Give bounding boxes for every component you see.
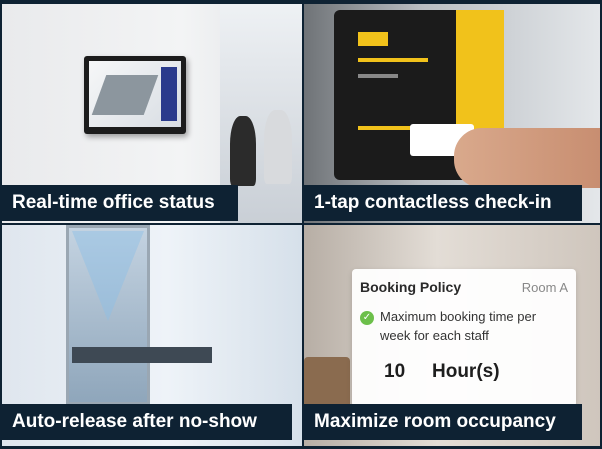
kiosk-button-graphic bbox=[358, 126, 418, 130]
tile-caption: Auto-release after no-show bbox=[2, 404, 292, 440]
kiosk-logo bbox=[358, 32, 388, 46]
kiosk-room-graphic bbox=[358, 74, 398, 78]
feature-tile-office-status: Real-time office status bbox=[2, 4, 302, 223]
sensor-beam bbox=[72, 231, 144, 321]
person-silhouette bbox=[264, 110, 292, 184]
wall-display-screen bbox=[84, 56, 186, 134]
display-content bbox=[89, 61, 181, 127]
chair-graphic bbox=[304, 357, 350, 409]
feature-tile-contactless-checkin: 1-tap contactless check-in bbox=[304, 4, 600, 223]
booking-rule-text: Maximum booking time per week for each s… bbox=[380, 309, 537, 343]
meeting-table bbox=[72, 347, 212, 363]
booking-policy-title: Booking Policy bbox=[360, 279, 462, 295]
booking-policy-panel: Booking Policy Room A ✓ Maximum booking … bbox=[352, 269, 576, 407]
tile-caption: 1-tap contactless check-in bbox=[304, 185, 582, 221]
check-icon: ✓ bbox=[360, 311, 374, 325]
person-silhouette bbox=[230, 116, 256, 186]
kiosk-headline-graphic bbox=[358, 58, 428, 62]
tile-caption: Real-time office status bbox=[2, 185, 238, 221]
status-sidebar-graphic bbox=[161, 67, 177, 121]
floor-map-graphic bbox=[91, 75, 159, 115]
feature-tile-auto-release: Auto-release after no-show bbox=[2, 225, 302, 446]
booking-limit-unit: Hour(s) bbox=[432, 361, 500, 382]
tile-caption: Maximize room occupancy bbox=[304, 404, 582, 440]
booking-limit-value: 10 bbox=[384, 361, 406, 382]
hand-graphic bbox=[454, 128, 600, 188]
feature-tile-room-occupancy: Booking Policy Room A ✓ Maximum booking … bbox=[304, 225, 600, 446]
room-label: Room A bbox=[521, 280, 568, 295]
